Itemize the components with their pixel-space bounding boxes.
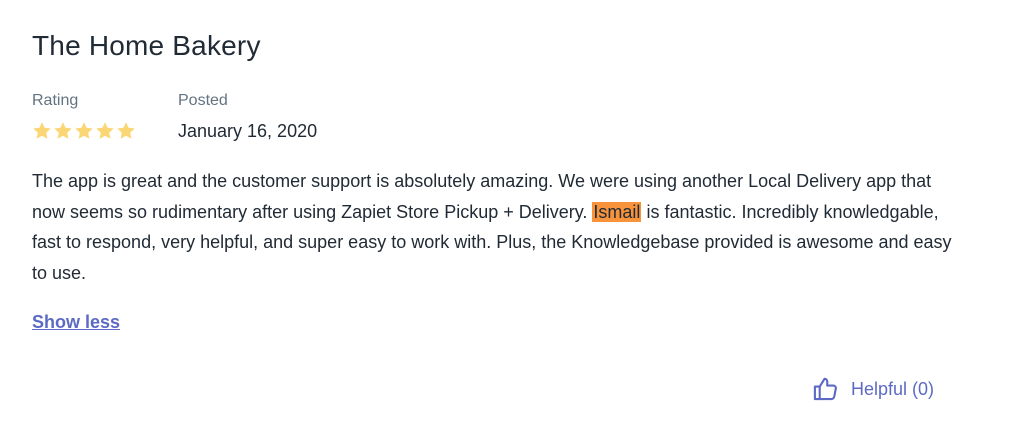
review-meta: Rating Posted January 16, 2020	[32, 91, 317, 142]
posted-date: January 16, 2020	[178, 121, 318, 141]
thumbs-up-icon	[812, 375, 839, 402]
highlighted-name: Ismail	[592, 201, 642, 222]
rating-label: Rating	[32, 92, 79, 109]
star-icon	[116, 121, 136, 141]
review-body: The app is great and the customer suppor…	[32, 166, 962, 288]
star-rating	[32, 121, 178, 141]
star-icon	[95, 121, 115, 141]
posted-section: Posted January 16, 2020	[178, 91, 317, 142]
star-icon	[74, 121, 94, 141]
star-icon	[32, 121, 52, 141]
helpful-button[interactable]: Helpful (0)	[812, 375, 934, 402]
rating-section: Rating	[32, 91, 178, 142]
show-less-link[interactable]: Show less	[32, 310, 120, 334]
review-card: The Home Bakery Rating Posted January 16…	[0, 0, 1024, 436]
posted-label: Posted	[178, 92, 228, 109]
star-icon	[53, 121, 73, 141]
helpful-label: Helpful (0)	[851, 378, 935, 399]
store-name: The Home Bakery	[32, 30, 261, 61]
